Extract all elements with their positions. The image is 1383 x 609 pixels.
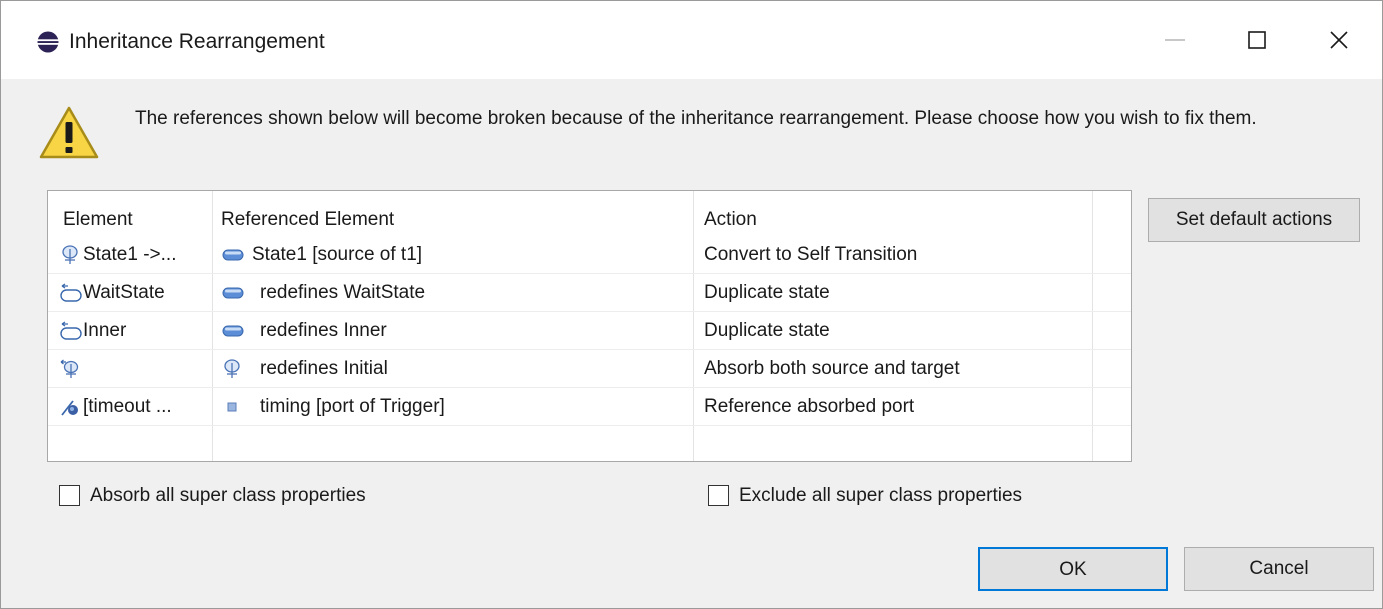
table-row[interactable]: Inner redefines Inner Duplicate state (48, 312, 1131, 350)
table-row[interactable]: State1 ->... State1 [source of t1] Conve… (48, 236, 1131, 274)
element-cell: [timeout ... (83, 396, 172, 417)
minimize-icon (1165, 39, 1185, 41)
absorb-all-checkbox[interactable] (59, 485, 80, 506)
column-header-referenced-element[interactable]: Referenced Element (221, 207, 394, 233)
state-icon (222, 249, 244, 261)
close-button[interactable] (1303, 15, 1375, 65)
minimize-button[interactable] (1139, 15, 1211, 65)
referenced-element-cell: redefines WaitState (260, 282, 426, 303)
exclude-all-option[interactable]: Exclude all super class properties (708, 482, 1108, 510)
referenced-element-cell: redefines Initial (260, 358, 388, 379)
referenced-element-cell: timing [port of Trigger] (260, 396, 445, 417)
trigger-icon (61, 400, 78, 416)
dialog-title: Inheritance Rearrangement (69, 30, 325, 53)
column-header-element[interactable]: Element (63, 207, 133, 233)
warning-icon (39, 106, 99, 159)
references-table[interactable]: Element Referenced Element Action State1… (47, 190, 1132, 462)
maximize-button[interactable] (1221, 15, 1293, 65)
exclude-all-label[interactable]: Exclude all super class properties (739, 482, 1022, 510)
table-row[interactable]: redefines Initial Absorb both source and… (48, 350, 1131, 388)
table-row-empty (48, 426, 1131, 461)
cancel-button[interactable]: Cancel (1184, 547, 1374, 591)
table-row[interactable]: [timeout ... timing [port of Trigger] Re… (48, 388, 1131, 426)
exclude-all-checkbox[interactable] (708, 485, 729, 506)
redefined-transition-icon (60, 359, 79, 378)
ok-button[interactable]: OK (978, 547, 1168, 591)
action-cell[interactable]: Duplicate state (704, 274, 830, 311)
action-cell[interactable]: Reference absorbed port (704, 388, 914, 425)
warning-message: The references shown below will become b… (135, 108, 1257, 129)
set-default-actions-button[interactable]: Set default actions (1148, 198, 1360, 242)
redefined-state-icon (60, 321, 82, 340)
transition-icon (62, 245, 78, 264)
absorb-all-option[interactable]: Absorb all super class properties (59, 482, 459, 510)
referenced-element-cell: redefines Inner (260, 320, 387, 341)
transition-icon (224, 359, 240, 378)
action-cell[interactable]: Duplicate state (704, 312, 830, 349)
close-icon (1330, 31, 1348, 49)
element-cell: WaitState (83, 282, 165, 303)
redefined-state-icon (60, 283, 82, 302)
column-header-action[interactable]: Action (704, 207, 757, 233)
action-cell[interactable]: Absorb both source and target (704, 350, 960, 387)
element-cell: State1 ->... (83, 244, 177, 265)
eclipse-app-icon (37, 31, 59, 53)
port-icon (227, 402, 237, 412)
inheritance-rearrangement-dialog: Inheritance Rearrangement The references… (0, 0, 1383, 609)
state-icon (222, 325, 244, 337)
action-cell[interactable]: Convert to Self Transition (704, 236, 917, 273)
element-cell: Inner (83, 320, 127, 341)
referenced-element-cell: State1 [source of t1] (252, 244, 423, 265)
state-icon (222, 287, 244, 299)
absorb-all-label[interactable]: Absorb all super class properties (90, 482, 366, 510)
title-bar: Inheritance Rearrangement (1, 1, 1382, 79)
table-row[interactable]: WaitState redefines WaitState Duplicate … (48, 274, 1131, 312)
maximize-icon (1248, 31, 1266, 49)
